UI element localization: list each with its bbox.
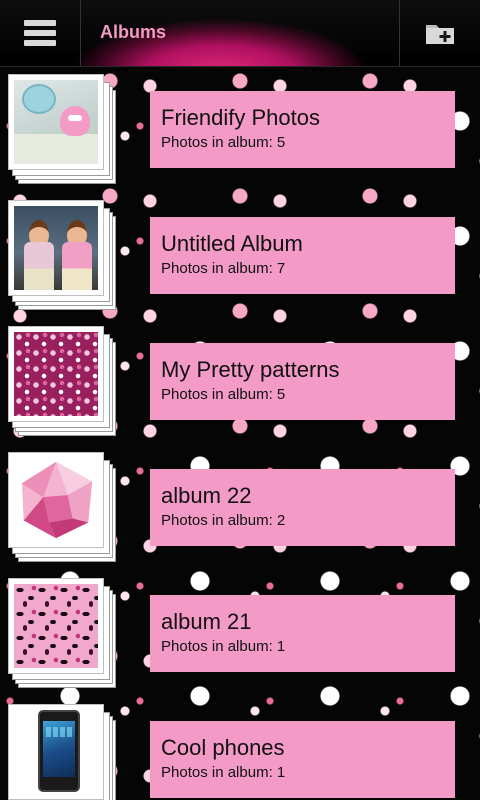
- page-title: Albums: [100, 22, 167, 42]
- album-card[interactable]: album 22 Photos in album: 2: [150, 469, 455, 546]
- album-photo-count: Photos in album: 1: [161, 764, 286, 781]
- album-row[interactable]: album 21 Photos in album: 1: [0, 570, 480, 696]
- album-row[interactable]: My Pretty patterns Photos in album: 5: [0, 318, 480, 444]
- two-girls-photo: [14, 206, 98, 290]
- album-photo-count: Photos in album: 5: [161, 386, 286, 403]
- album-row[interactable]: Friendify Photos Photos in album: 5: [0, 66, 480, 192]
- album-name: album 22: [161, 483, 252, 508]
- pink-floral-pattern: [14, 332, 98, 416]
- album-thumbnail[interactable]: [8, 578, 118, 690]
- album-name: Cool phones: [161, 735, 285, 760]
- menu-icon: [24, 20, 56, 46]
- album-thumbnail[interactable]: [8, 74, 118, 186]
- app-header: Albums: [0, 0, 480, 67]
- album-card[interactable]: Cool phones Photos in album: 1: [150, 721, 455, 798]
- album-thumbnail[interactable]: [8, 452, 118, 564]
- pink-gem-graphic: [14, 458, 98, 542]
- album-card[interactable]: album 21 Photos in album: 1: [150, 595, 455, 672]
- album-thumbnail[interactable]: [8, 704, 118, 800]
- album-photo-count: Photos in album: 5: [161, 134, 286, 151]
- album-card[interactable]: My Pretty patterns Photos in album: 5: [150, 343, 455, 420]
- album-card[interactable]: Friendify Photos Photos in album: 5: [150, 91, 455, 168]
- album-name: Friendify Photos: [161, 105, 320, 130]
- album-photo-count: Photos in album: 2: [161, 512, 286, 529]
- album-thumbnail[interactable]: [8, 200, 118, 312]
- album-row[interactable]: album 22 Photos in album: 2: [0, 444, 480, 570]
- add-album-button[interactable]: [399, 0, 480, 66]
- album-photo-count: Photos in album: 7: [161, 260, 286, 277]
- toy-on-table-photo: [14, 80, 98, 164]
- pink-leopard-pattern: [14, 584, 98, 668]
- album-thumbnail[interactable]: [8, 326, 118, 438]
- menu-button[interactable]: [0, 0, 81, 66]
- smartphone-photo: [14, 710, 98, 794]
- add-folder-icon: [426, 25, 454, 44]
- album-name: album 21: [161, 609, 252, 634]
- album-row[interactable]: Cool phones Photos in album: 1: [0, 696, 480, 800]
- album-photo-count: Photos in album: 1: [161, 638, 286, 655]
- album-list: Friendify Photos Photos in album: 5 Unti…: [0, 66, 480, 800]
- album-row[interactable]: Untitled Album Photos in album: 7: [0, 192, 480, 318]
- album-name: Untitled Album: [161, 231, 303, 256]
- album-card[interactable]: Untitled Album Photos in album: 7: [150, 217, 455, 294]
- album-name: My Pretty patterns: [161, 357, 340, 382]
